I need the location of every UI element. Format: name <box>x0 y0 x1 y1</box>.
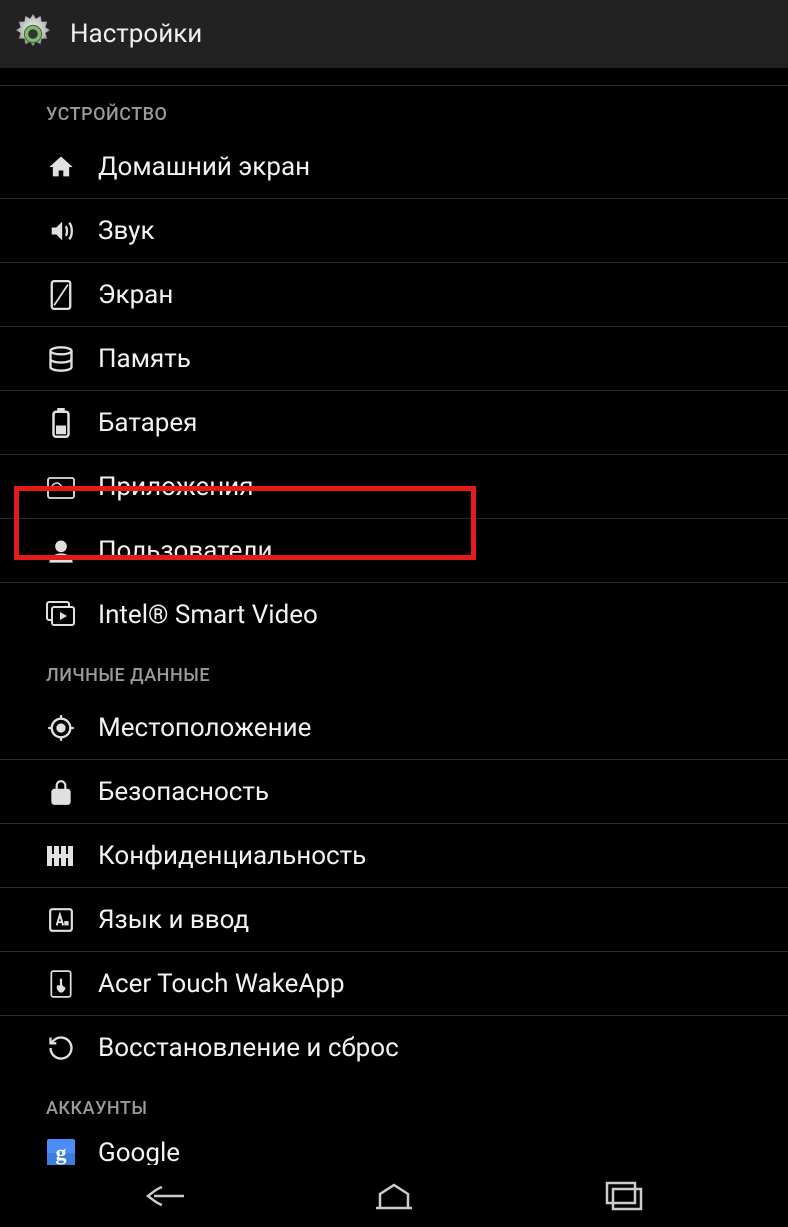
settings-gear-icon <box>10 11 56 57</box>
google-icon: g <box>46 1138 76 1165</box>
item-label: Экран <box>98 280 173 310</box>
item-label: Память <box>98 344 191 374</box>
item-label: Intel® Smart Video <box>98 600 318 630</box>
item-label: Язык и ввод <box>98 905 249 935</box>
item-language[interactable]: Язык и ввод <box>0 888 788 952</box>
settings-list: УСТРОЙСТВО Домашний экран Звук Экран <box>0 68 788 1165</box>
item-location[interactable]: Местоположение <box>0 696 788 760</box>
section-header-accounts: АККАУНТЫ <box>0 1080 788 1129</box>
item-label: Acer Touch WakeApp <box>98 969 345 999</box>
item-label: Звук <box>98 216 155 246</box>
item-home-screen[interactable]: Домашний экран <box>0 135 788 199</box>
item-intel-video[interactable]: Intel® Smart Video <box>0 583 788 647</box>
section-header-personal: ЛИЧНЫЕ ДАННЫЕ <box>0 647 788 696</box>
intel-video-icon <box>46 600 76 630</box>
item-label: Местоположение <box>98 713 311 743</box>
item-privacy[interactable]: Конфиденциальность <box>0 824 788 888</box>
item-battery[interactable]: Батарея <box>0 391 788 455</box>
home-icon <box>46 152 76 182</box>
restore-icon <box>46 1033 76 1063</box>
item-google[interactable]: g Google <box>0 1129 788 1165</box>
apps-icon <box>46 472 76 502</box>
nav-home-button[interactable] <box>364 1176 424 1216</box>
item-label: Батарея <box>98 408 197 438</box>
lock-icon <box>46 777 76 807</box>
item-sound[interactable]: Звук <box>0 199 788 263</box>
touch-icon <box>46 969 76 999</box>
item-storage[interactable]: Память <box>0 327 788 391</box>
peek-row <box>0 68 788 86</box>
nav-back-button[interactable] <box>134 1176 194 1216</box>
location-icon <box>46 713 76 743</box>
item-label: Безопасность <box>98 777 269 807</box>
privacy-icon <box>46 841 76 871</box>
item-security[interactable]: Безопасность <box>0 760 788 824</box>
item-label: Приложения <box>98 472 253 502</box>
language-icon <box>46 905 76 935</box>
users-icon <box>46 536 76 566</box>
battery-icon <box>46 408 76 438</box>
sound-icon <box>46 216 76 246</box>
item-apps[interactable]: Приложения <box>0 455 788 519</box>
section-header-device: УСТРОЙСТВО <box>0 86 788 135</box>
item-display[interactable]: Экран <box>0 263 788 327</box>
item-label: Восстановление и сброс <box>98 1033 399 1063</box>
app-title: Настройки <box>70 19 202 49</box>
display-icon <box>46 280 76 310</box>
item-label: Пользователи <box>98 536 272 566</box>
item-label: Конфиденциальность <box>98 841 366 871</box>
item-label: Домашний экран <box>98 152 310 182</box>
storage-icon <box>46 344 76 374</box>
item-users[interactable]: Пользователи <box>0 519 788 583</box>
item-backup-reset[interactable]: Восстановление и сброс <box>0 1016 788 1080</box>
item-label: Google <box>98 1138 180 1165</box>
navigation-bar <box>0 1165 788 1227</box>
app-header: Настройки <box>0 0 788 68</box>
nav-recent-button[interactable] <box>594 1176 654 1216</box>
item-wakeapp[interactable]: Acer Touch WakeApp <box>0 952 788 1016</box>
